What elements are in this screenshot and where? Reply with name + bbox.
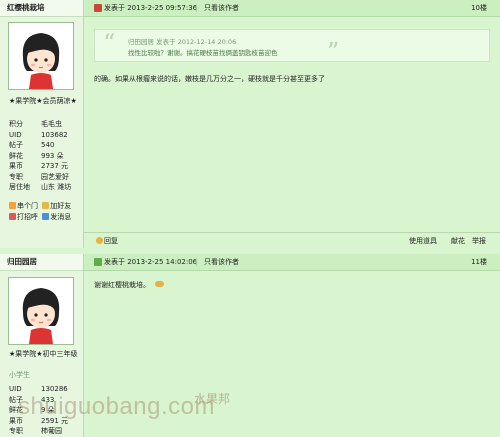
post1-time: 发表于 2013-2-25 09:57:36 <box>104 4 198 12</box>
post2-time: 发表于 2013-2-25 14:02:06 <box>104 258 198 266</box>
stat-row: 帖子 540 <box>9 141 55 149</box>
home-icon <box>9 202 16 209</box>
stat-row: 鲜花 993 朵 <box>9 151 64 160</box>
post2-user-level: 小学生 <box>9 371 30 379</box>
post1-floor[interactable]: 10楼 <box>471 0 487 16</box>
stat-row: 居住地 山东 潍坊 <box>9 183 72 191</box>
quote-text: 找性比较啦？谢谢。搞花硬枝苗找俩盖钥匙枝苗迎色 <box>128 49 278 57</box>
watermark: shuiguobang.com 水果邦 <box>18 392 268 433</box>
post2-user-title: ★果学院★初中三年级 <box>9 350 78 358</box>
greet-icon <box>9 213 16 220</box>
greet-button[interactable]: 打招呼 <box>9 212 38 223</box>
use-tool-link[interactable]: 使用道具 <box>409 236 437 246</box>
send-message-button[interactable]: 发消息 <box>42 212 71 223</box>
post1-quote: “ 归田园居 发表于 2012-12-14 20:06 找性比较啦？谢谢。搞花硬… <box>94 29 490 66</box>
stat-row: 果币 2737 元 <box>9 162 69 170</box>
cartoon-girl-icon <box>9 278 73 344</box>
post1-stats: 积分 毛毛虫 UID 103682 帖子 540 鲜花 993 朵 果币 2737 元 专… <box>9 119 83 193</box>
only-author-link[interactable]: 只看该作者 <box>204 0 239 16</box>
stat-row: UID 103682 <box>9 130 68 139</box>
smile-emoji-icon <box>155 281 165 287</box>
post1-footer: 回复 使用道具 献花 举报 <box>84 232 500 248</box>
watermark-text: shuiguobang.com <box>18 393 215 420</box>
reply-button[interactable]: 回复 <box>96 236 118 246</box>
post1-avatar[interactable] <box>8 22 74 90</box>
add-friend-button[interactable]: 加好友 <box>42 201 71 212</box>
post-status-icon <box>94 258 102 266</box>
post2-floor[interactable]: 11楼 <box>471 254 487 270</box>
visit-button[interactable]: 串个门 <box>9 201 38 212</box>
cartoon-girl-icon <box>9 23 73 89</box>
stat-row: 积分 毛毛虫 <box>9 120 62 128</box>
message-icon <box>42 213 50 220</box>
post-status-icon <box>94 4 102 12</box>
post2-avatar[interactable] <box>8 277 74 345</box>
quote-meta: 归田园居 发表于 2012-12-14 20:06 <box>128 38 237 46</box>
open-quote-icon: “ <box>103 29 116 57</box>
reply-icon <box>96 237 103 244</box>
close-quote-icon: ” <box>327 38 340 66</box>
watermark-subtext: 水果邦 <box>194 392 231 406</box>
stat-row: 专职 园艺爱好 <box>9 172 69 181</box>
post1-actions: 串个门 加好友 打招呼 发消息 <box>9 201 83 223</box>
post1-author-name[interactable]: 红樱桃栽培 <box>0 0 83 17</box>
only-author-link[interactable]: 只看该作者 <box>204 254 239 270</box>
post1-body: 的确。如果从根瘤来说的话，嫩枝是几万分之一，硬枝就是千分甚至更多了 <box>94 75 325 83</box>
post2-author-name[interactable]: 归田园居 <box>0 254 83 271</box>
post1-user-title: ★果学院★会员荫凉★ <box>9 97 77 105</box>
give-flower-link[interactable]: 献花 <box>451 236 465 246</box>
report-link[interactable]: 举报 <box>472 236 486 246</box>
post2-header: 发表于 2013-2-25 14:02:06 | 只看该作者 11楼 <box>84 254 500 271</box>
add-friend-icon <box>42 202 50 209</box>
post1-header: 发表于 2013-2-25 09:57:36 | 只看该作者 10楼 <box>84 0 500 17</box>
post2-body: 谢谢红樱桃栽培。 <box>94 280 165 290</box>
